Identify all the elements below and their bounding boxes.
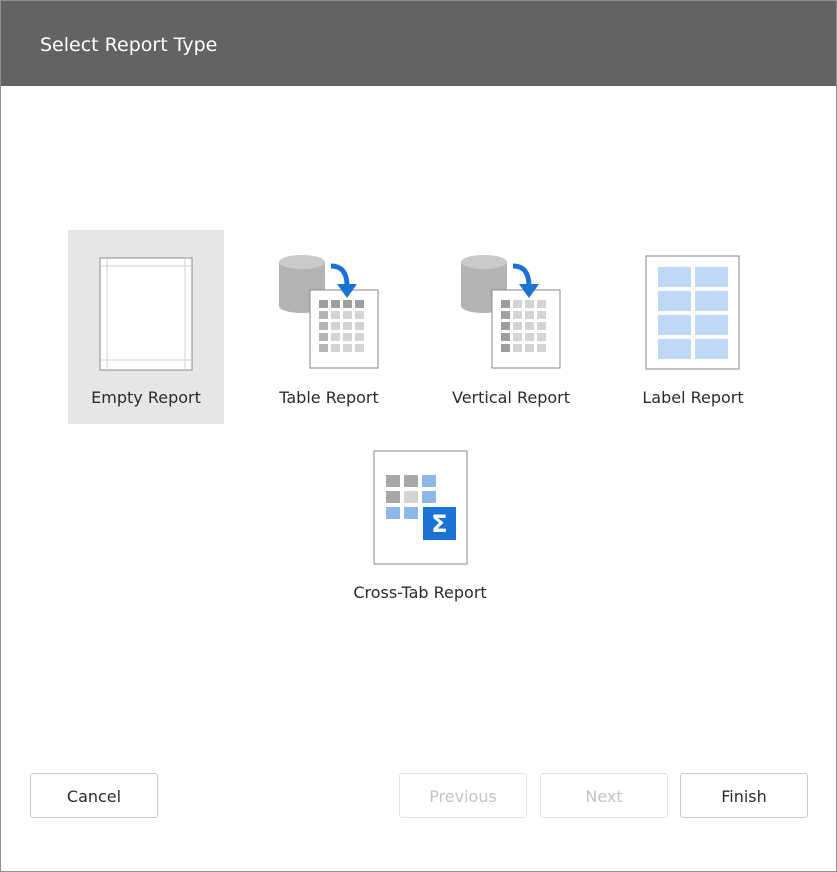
report-type-table[interactable]: Table Report	[251, 230, 407, 424]
report-type-label: Empty Report	[91, 388, 201, 407]
table-report-icon	[279, 255, 379, 369]
label-report-icon	[645, 255, 740, 370]
report-type-label: Vertical Report	[451, 388, 570, 407]
dialog-title: Select Report Type	[40, 34, 218, 56]
report-type-label: Cross-Tab Report	[353, 583, 487, 602]
finish-button[interactable]: Finish	[680, 773, 808, 818]
report-type-vertical[interactable]: Vertical Report	[433, 230, 589, 424]
report-type-empty[interactable]: Empty Report	[68, 230, 224, 424]
report-type-label: Table Report	[279, 388, 379, 407]
report-type-label-report[interactable]: Label Report	[615, 230, 771, 424]
dialog-header: Select Report Type	[1, 1, 836, 86]
previous-button[interactable]: Previous	[399, 773, 527, 818]
report-type-cross-tab[interactable]: Σ Cross-Tab Report	[330, 425, 510, 619]
cancel-button[interactable]: Cancel	[30, 773, 158, 818]
vertical-report-icon	[461, 255, 561, 369]
report-type-label: Label Report	[642, 388, 744, 407]
empty-report-icon	[99, 257, 193, 371]
select-report-type-dialog: Select Report Type Empty Report Table Re…	[0, 0, 837, 872]
cross-tab-report-icon: Σ	[373, 450, 468, 565]
next-button[interactable]: Next	[540, 773, 668, 818]
svg-text:Σ: Σ	[431, 510, 447, 538]
